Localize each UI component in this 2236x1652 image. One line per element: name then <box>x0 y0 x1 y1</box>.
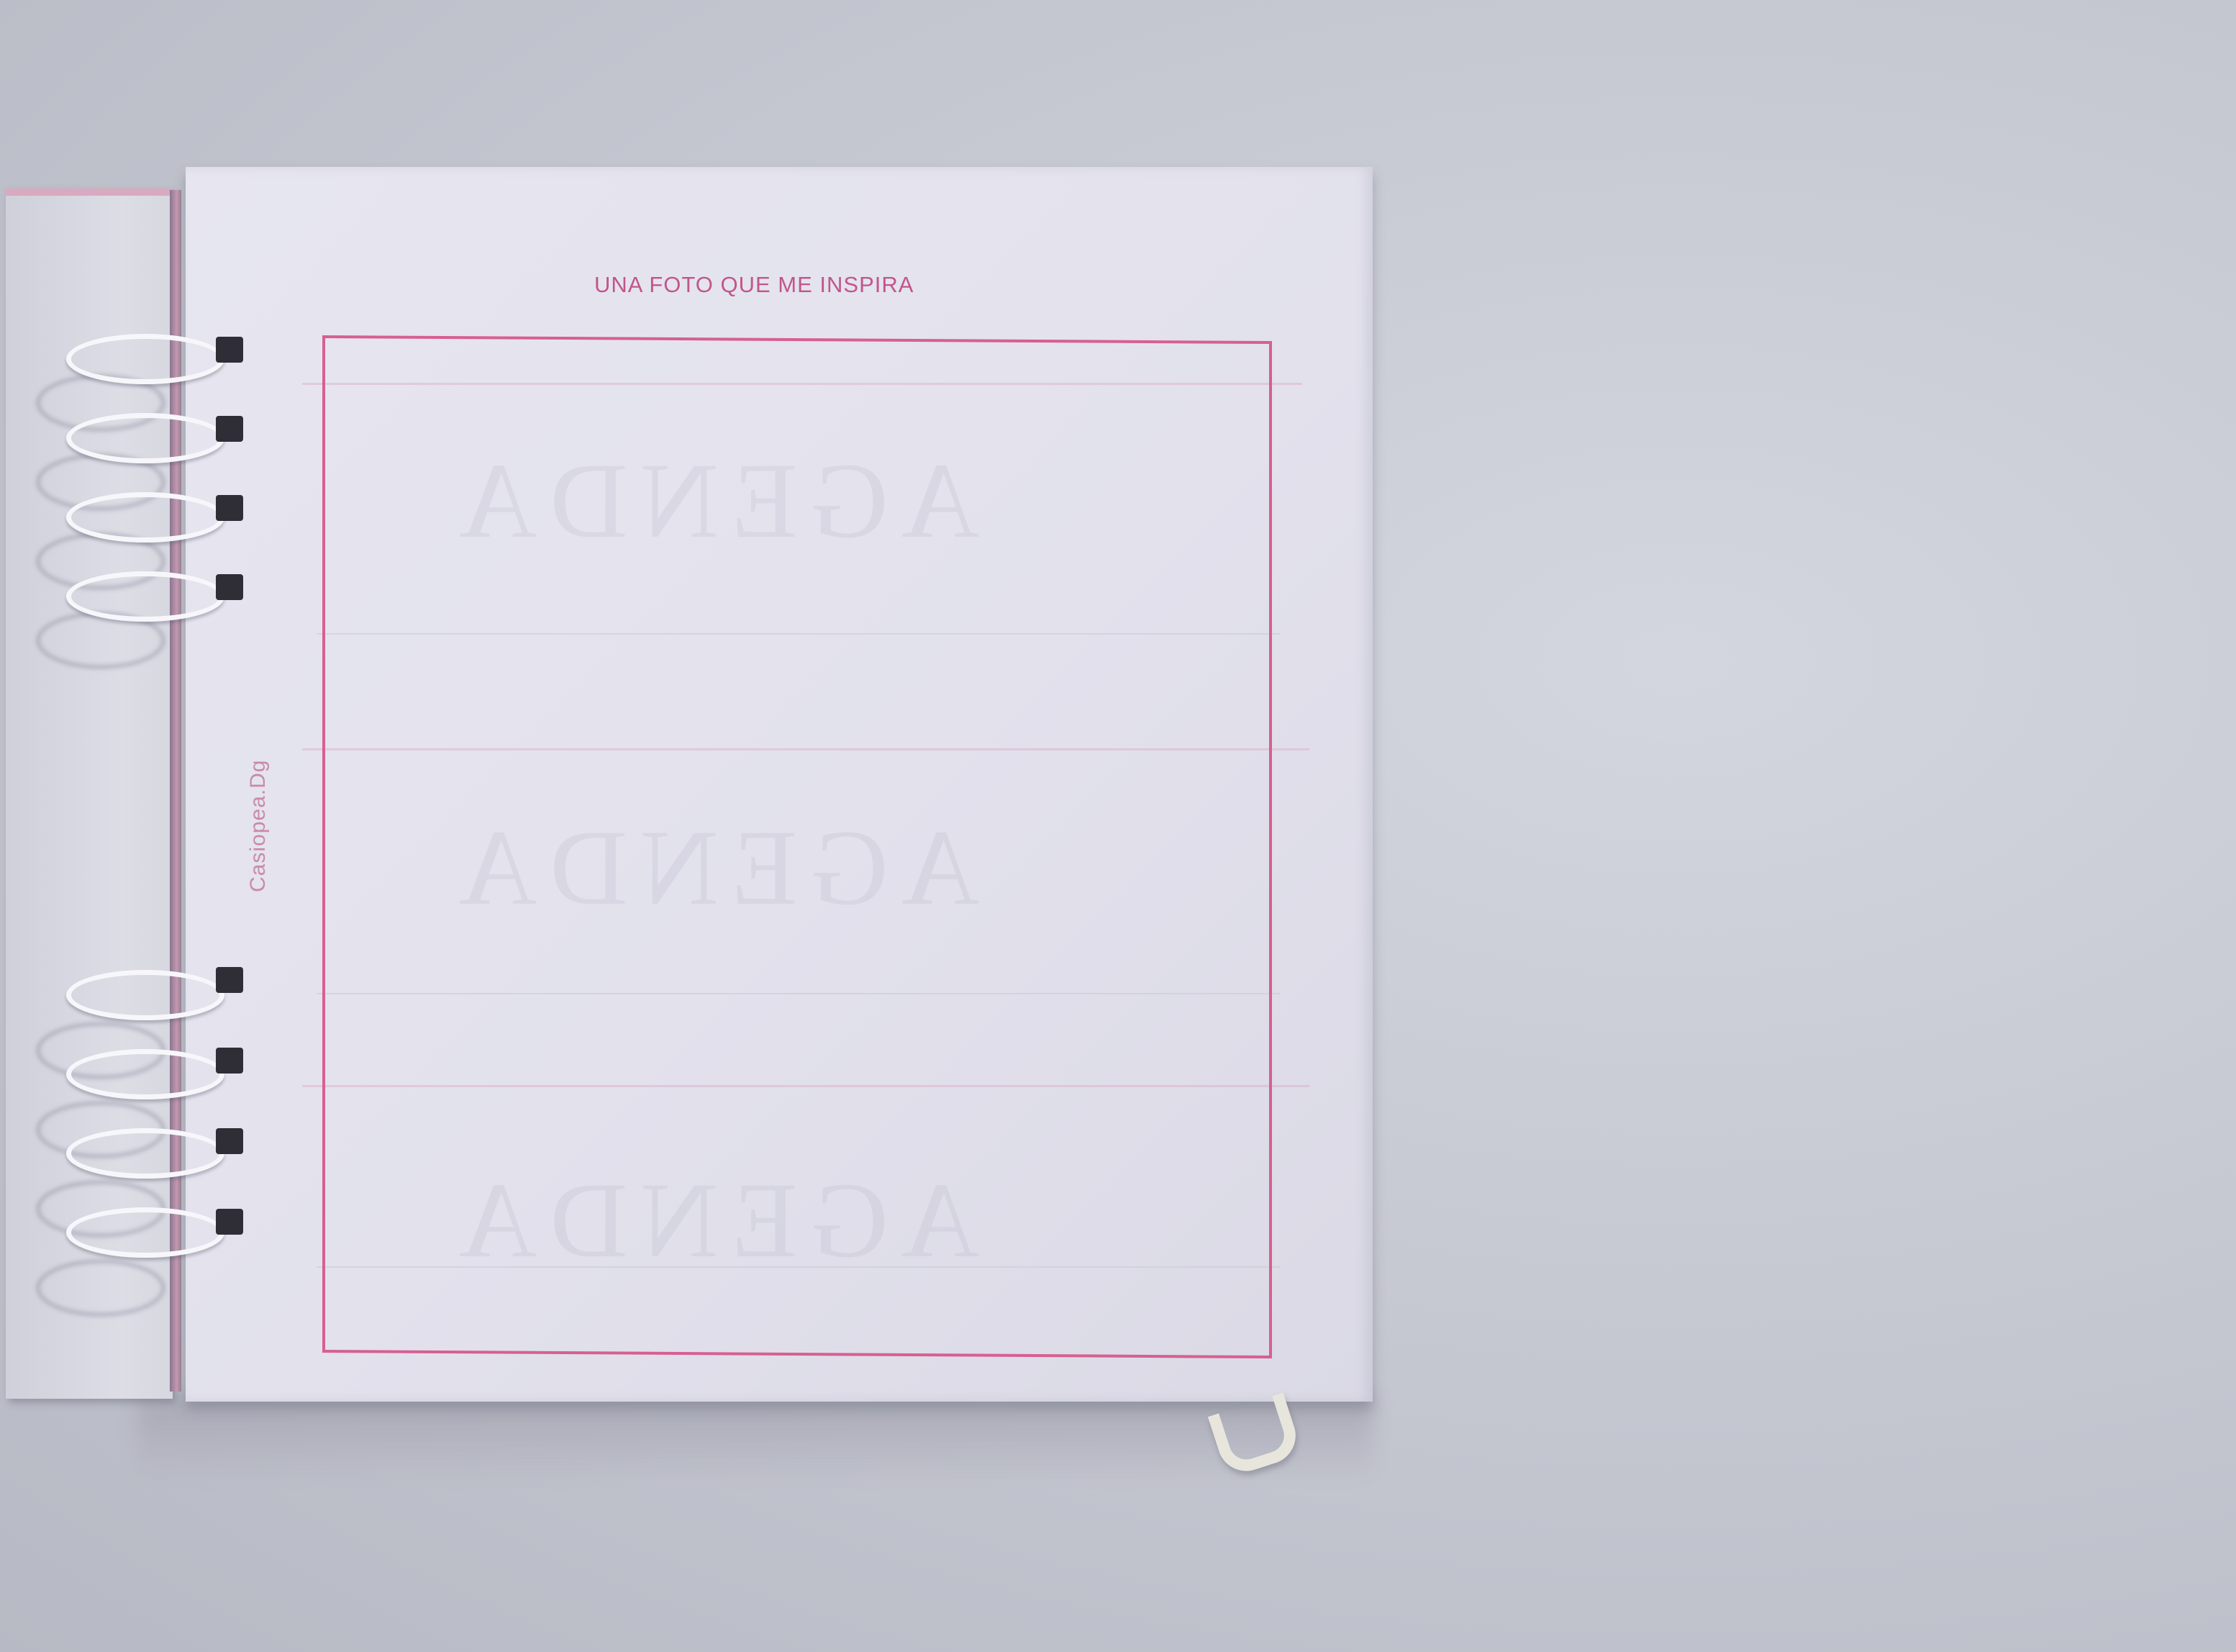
binding-hole <box>216 967 243 993</box>
binding-hole <box>216 337 243 363</box>
binding-hole <box>216 416 243 442</box>
binding-hole <box>216 574 243 600</box>
ring-shadow <box>36 1259 165 1317</box>
page-shadow <box>137 1396 1374 1482</box>
binding-hole <box>216 1128 243 1154</box>
page-title: UNA FOTO QUE ME INSPIRA <box>594 272 914 297</box>
photo-frame <box>322 335 1272 1359</box>
ring <box>66 1128 224 1179</box>
ring <box>66 492 224 543</box>
brand-label: Casiopea.Dg <box>246 759 270 892</box>
ring <box>66 334 224 384</box>
binding-hole <box>216 1048 243 1074</box>
ring <box>66 970 224 1020</box>
ring <box>66 1207 224 1258</box>
ring <box>66 571 224 622</box>
binding-hole <box>216 495 243 521</box>
ring <box>66 413 224 463</box>
binding-hole <box>216 1209 243 1235</box>
ring <box>66 1049 224 1099</box>
